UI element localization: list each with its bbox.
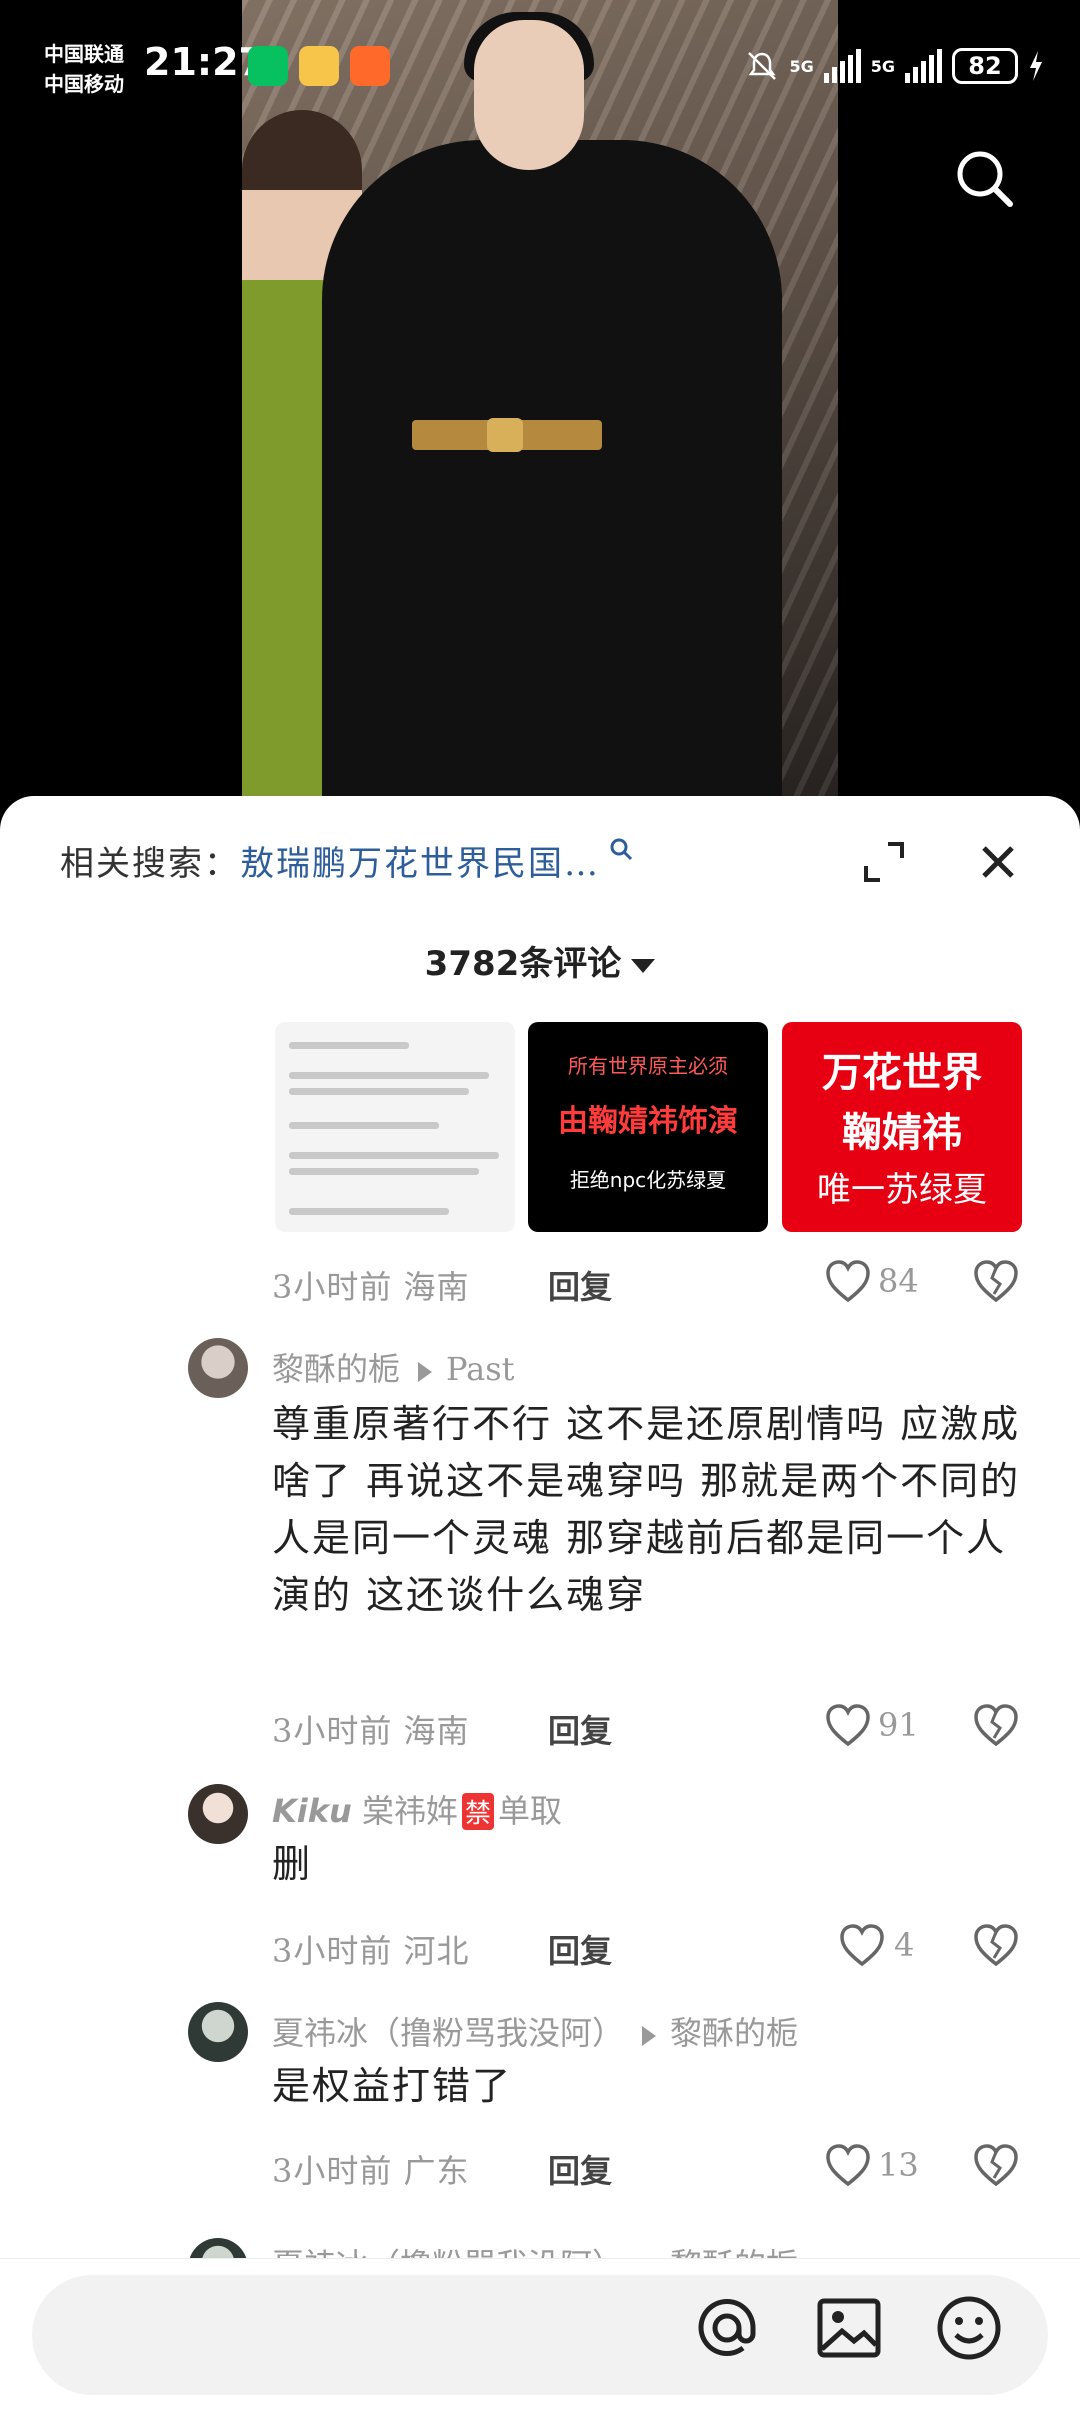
like-count: 91: [878, 1706, 919, 1744]
comment-image-screenshot[interactable]: [275, 1022, 515, 1232]
close-icon[interactable]: [978, 842, 1018, 882]
reply-button[interactable]: 回复: [548, 1926, 612, 1972]
video-area[interactable]: 中国联通 中国移动 21:27 5G 5G 82: [0, 0, 1080, 800]
comment-sheet: 相关搜索：敖瑞鹏万花世界民国… 3782条评论 所有世界原主必须 由鞠婧祎饰演 …: [0, 796, 1080, 2412]
comment-time-location: 3小时前 海南: [272, 1268, 470, 1306]
reply-arrow-icon: [418, 1361, 433, 1382]
network-type-2: 5G: [870, 56, 895, 76]
emoji-icon[interactable]: [934, 2293, 1004, 2363]
search-icon[interactable]: [608, 836, 634, 862]
comment-author-row[interactable]: Kiku 棠祎姩禁单取: [272, 1786, 562, 1832]
weibo-icon: [299, 46, 339, 86]
username[interactable]: 黎酥的栀: [272, 1350, 400, 1388]
poster-line-2: 鞠婧祎: [842, 1110, 962, 1156]
man-face: [474, 20, 584, 170]
related-search-link[interactable]: 敖瑞鹏万花世界民国…: [240, 844, 600, 884]
reply-button[interactable]: 回复: [548, 1706, 612, 1752]
reply-button[interactable]: 回复: [548, 2146, 612, 2192]
comment-input-bar: [0, 2258, 1080, 2412]
username[interactable]: 夏祎冰（撸粉骂我没阿）: [272, 2014, 624, 2052]
expand-icon[interactable]: [862, 840, 906, 884]
broken-heart-icon[interactable]: [972, 2142, 1020, 2188]
reply-arrow-icon: [642, 2025, 657, 2046]
reply-to-user[interactable]: 黎酥的栀: [670, 2014, 798, 2052]
status-icons: 5G 5G 82: [745, 44, 1044, 88]
comment-count: 3782条评论: [424, 944, 622, 984]
heart-icon[interactable]: [824, 2142, 872, 2188]
kuaishou-icon: [350, 46, 390, 86]
avatar[interactable]: [188, 1338, 248, 1398]
heart-icon[interactable]: [824, 1702, 872, 1748]
broken-heart-icon[interactable]: [972, 1702, 1020, 1748]
broken-heart-icon[interactable]: [972, 1258, 1020, 1304]
network-type-1: 5G: [789, 56, 814, 76]
related-search[interactable]: 相关搜索：敖瑞鹏万花世界民国…: [60, 836, 634, 885]
carrier-2: 中国移动: [44, 72, 124, 96]
username-mid: 棠祎姩: [362, 1792, 459, 1830]
status-time: 21:27: [144, 40, 265, 84]
heart-icon[interactable]: [824, 1258, 872, 1304]
video-frame[interactable]: [242, 0, 838, 800]
avatar[interactable]: [188, 1784, 248, 1844]
comment-time-location: 3小时前 广东: [272, 2152, 470, 2190]
like-count: 4: [894, 1926, 915, 1964]
battery-indicator: 82: [952, 48, 1018, 84]
comment-count-sort[interactable]: 3782条评论: [0, 936, 1080, 985]
broken-heart-icon[interactable]: [972, 1922, 1020, 1968]
comment-text: 尊重原著行不行 这不是还原剧情吗 应激成啥了 再说这不是魂穿吗 那就是两个不同的…: [272, 1402, 1021, 1617]
poster-line-3: 拒绝npc化苏绿夏: [569, 1168, 727, 1192]
comment-time-location: 3小时前 河北: [272, 1932, 470, 1970]
comment-author-row: 黎酥的栀 Past: [272, 1344, 514, 1390]
comment-image-black-poster[interactable]: 所有世界原主必须 由鞠婧祎饰演 拒绝npc化苏绿夏: [528, 1022, 768, 1232]
poster-line-2: 由鞠婧祎饰演: [558, 1104, 738, 1139]
comment-text: 删: [272, 1842, 313, 1886]
at-mention-icon[interactable]: [692, 2293, 762, 2363]
comment-input[interactable]: [32, 2275, 1048, 2395]
man-cape: [322, 140, 782, 800]
poster-line-1: 万花世界: [822, 1050, 982, 1096]
username-prefix: Kiku: [272, 1792, 352, 1830]
carrier-1: 中国联通: [44, 42, 124, 66]
comment-time-location: 3小时前 海南: [272, 1712, 470, 1750]
signal-2-icon: [905, 49, 942, 83]
charging-icon: [1030, 51, 1042, 81]
ban-badge: 禁: [462, 1793, 495, 1830]
mute-bell-icon: [748, 52, 777, 80]
comment-meta: 3小时前 海南 回复 84: [272, 1258, 1032, 1308]
comment-meta: 3小时前 海南 回复 91: [272, 1702, 1032, 1752]
reply-to-user[interactable]: Past: [446, 1350, 514, 1388]
poster-line-3: 唯一苏绿夏: [817, 1170, 987, 1210]
like-count: 84: [878, 1262, 919, 1300]
comment-text: 是权益打错了: [272, 2064, 513, 2108]
search-icon[interactable]: [952, 146, 1016, 210]
comment-meta: 3小时前 河北 回复 4: [272, 1922, 1032, 1972]
signal-1-icon: [823, 49, 861, 83]
like-count: 13: [878, 2146, 919, 2184]
wechat-icon: [248, 46, 288, 86]
poster-line-1: 所有世界原主必须: [568, 1054, 728, 1078]
heart-icon[interactable]: [838, 1922, 886, 1968]
image-icon[interactable]: [814, 2293, 884, 2363]
related-search-label: 相关搜索：: [60, 844, 240, 884]
username-suffix: 单取: [498, 1792, 563, 1830]
caret-down-icon: [631, 958, 656, 973]
avatar[interactable]: [188, 2002, 248, 2062]
reply-button[interactable]: 回复: [548, 1262, 612, 1308]
comment-meta: 3小时前 广东 回复 13: [272, 2142, 1032, 2192]
comment-image-red-poster[interactable]: 万花世界 鞠婧祎 唯一苏绿夏: [782, 1022, 1022, 1232]
comment-author-row: 夏祎冰（撸粉骂我没阿） 黎酥的栀: [272, 2008, 798, 2054]
belt-buckle: [487, 418, 523, 452]
